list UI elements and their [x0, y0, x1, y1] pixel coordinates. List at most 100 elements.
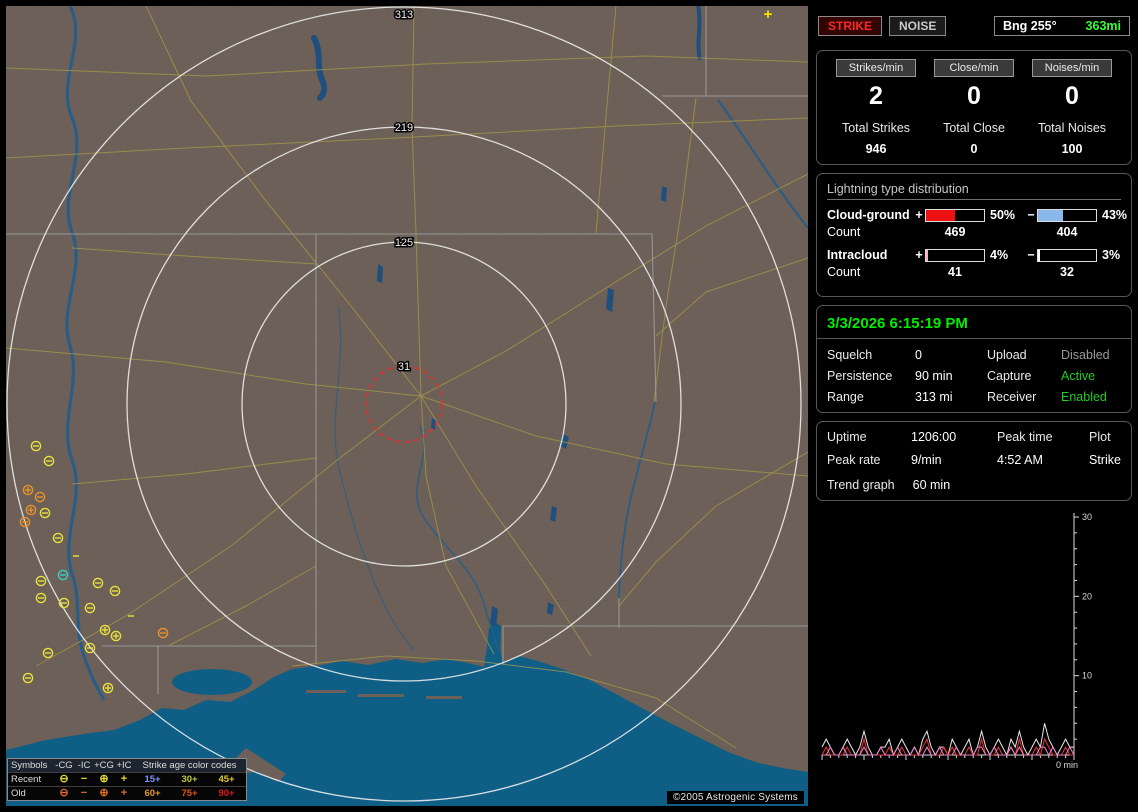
legend-col-pos-cg: +CG — [94, 759, 114, 772]
topbar: STRIKE NOISE Bng 255° 363mi — [818, 14, 1130, 38]
legend: Symbols -CG -IC +CG +IC Strike age color… — [7, 758, 247, 801]
capture-status: Active — [1061, 369, 1121, 383]
plot-mode-value[interactable]: Strike — [1089, 453, 1121, 467]
status-group: 3/3/2026 6:15:19 PM Squelch 0 Upload Dis… — [816, 305, 1132, 413]
age-60: 60+ — [134, 787, 171, 800]
cg-count-row: Count 469 404 — [827, 225, 1121, 239]
receiver-status: Enabled — [1061, 390, 1121, 404]
svg-text:+: + — [764, 6, 773, 23]
squelch-value: 0 — [915, 348, 987, 362]
age-45: 45+ — [208, 773, 245, 786]
svg-text:10: 10 — [1082, 671, 1092, 681]
legend-col-neg-cg: -CG — [54, 759, 74, 772]
upload-status: Disabled — [1061, 348, 1121, 362]
age-90: 90+ — [208, 787, 245, 800]
ic-count-row: Count 41 32 — [827, 265, 1121, 279]
legend-old-label: Old — [8, 787, 54, 800]
distribution-row-cloud-ground: Cloud-ground + 50% − 43% — [827, 208, 1121, 222]
trend-graph-label: Trend graph — [827, 478, 895, 492]
ic-positive-bar — [925, 249, 985, 262]
legend-col-pos-ic: +IC — [114, 759, 134, 772]
upload-label: Upload — [987, 348, 1061, 362]
svg-text:31: 31 — [398, 361, 410, 373]
cg-positive-pct: 50% — [985, 208, 1025, 222]
svg-text:30: 30 — [1082, 512, 1092, 522]
bearing-label: Bng 255° — [1003, 19, 1057, 33]
ic-positive-pct: 4% — [985, 248, 1025, 262]
circle-minus-icon: ⊖ — [54, 773, 74, 786]
bearing-readout: Bng 255° 363mi — [994, 16, 1130, 36]
svg-text:20: 20 — [1082, 591, 1092, 601]
strikes-per-min-value: 2 — [827, 82, 925, 111]
plus-sign: + — [913, 248, 925, 262]
peak-rate-value: 9/min — [911, 453, 997, 467]
age-75: 75+ — [171, 787, 208, 800]
capture-label: Capture — [987, 369, 1061, 383]
total-noises-value: 100 — [1023, 142, 1121, 156]
svg-text:219: 219 — [395, 122, 413, 134]
total-strikes-label: Total Strikes — [827, 121, 925, 135]
receiver-label: Receiver — [987, 390, 1061, 404]
range-value: 313 mi — [915, 390, 987, 404]
cg-negative-pct: 43% — [1097, 208, 1131, 222]
uptime-label: Uptime — [827, 430, 911, 444]
total-strikes-value: 946 — [827, 142, 925, 156]
map-canvas[interactable]: 313 219 125 31 + — [6, 6, 808, 806]
squelch-label: Squelch — [827, 348, 915, 362]
strikes-per-min-button[interactable]: Strikes/min — [836, 59, 916, 77]
uptime-value: 1206:00 — [911, 430, 997, 444]
cg-positive-count: 469 — [925, 225, 985, 239]
range-label: Range — [827, 390, 915, 404]
minus-icon: − — [74, 787, 94, 800]
distribution-row-intracloud: Intracloud + 4% − 3% — [827, 248, 1121, 262]
cloud-ground-label: Cloud-ground — [827, 208, 913, 222]
trend-chart-plot: 10 20 30 0 min — [818, 509, 1118, 769]
cg-negative-count: 404 — [1037, 225, 1097, 239]
ic-negative-bar — [1037, 249, 1097, 262]
total-close-label: Total Close — [925, 121, 1023, 135]
svg-text:125: 125 — [395, 237, 413, 249]
peak-time-value: 4:52 AM — [997, 453, 1089, 467]
noises-per-min-button[interactable]: Noises/min — [1032, 59, 1112, 77]
stats-group: Uptime 1206:00 Peak time Plot Peak rate … — [816, 421, 1132, 501]
legend-symbols-header: Symbols — [8, 759, 54, 772]
minus-icon: − — [74, 773, 94, 786]
legend-header-row: Symbols -CG -IC +CG +IC Strike age color… — [8, 759, 246, 772]
count-label: Count — [827, 265, 913, 279]
datetime-display: 3/3/2026 6:15:19 PM — [827, 315, 1121, 332]
plot-label: Plot — [1089, 430, 1121, 444]
trend-window-value: 60 min — [913, 478, 951, 492]
persistence-label: Persistence — [827, 369, 915, 383]
svg-text:313: 313 — [395, 9, 413, 21]
bearing-range: 363mi — [1086, 19, 1121, 33]
rate-counters-group: Strikes/min Close/min Noises/min 2 0 0 T… — [816, 50, 1132, 165]
distribution-title: Lightning type distribution — [827, 182, 1121, 200]
status-grid: Squelch 0 Upload Disabled Persistence 90… — [827, 348, 1121, 404]
peak-time-label: Peak time — [997, 430, 1089, 444]
close-per-min-value: 0 — [925, 82, 1023, 111]
noise-toggle-button[interactable]: NOISE — [889, 16, 946, 36]
count-label: Count — [827, 225, 913, 239]
plus-icon: + — [114, 787, 134, 800]
right-panel: STRIKE NOISE Bng 255° 363mi Strikes/min … — [816, 6, 1132, 806]
ic-negative-count: 32 — [1037, 265, 1097, 279]
map-area: 313 219 125 31 + Symbols -CG -IC +CG +IC Str… — [6, 6, 808, 806]
cg-negative-bar — [1037, 209, 1097, 222]
total-noises-label: Total Noises — [1023, 121, 1121, 135]
copyright-notice: ©2005 Astrogenic Systems — [667, 791, 804, 804]
total-close-value: 0 — [925, 142, 1023, 156]
legend-old-row: Old ⊖ − ⊕ + 60+ 75+ 90+ — [8, 786, 246, 800]
legend-age-header: Strike age color codes — [134, 759, 245, 772]
close-per-min-button[interactable]: Close/min — [934, 59, 1014, 77]
plus-icon: + — [114, 773, 134, 786]
cg-positive-bar — [925, 209, 985, 222]
minus-sign: − — [1025, 248, 1037, 262]
strike-toggle-button[interactable]: STRIKE — [818, 16, 882, 36]
intracloud-label: Intracloud — [827, 248, 913, 262]
ic-negative-pct: 3% — [1097, 248, 1131, 262]
trend-chart: 10 20 30 0 min — [818, 509, 1132, 772]
legend-recent-row: Recent ⊖ − ⊕ + 15+ 30+ 45+ — [8, 772, 246, 786]
legend-recent-label: Recent — [8, 773, 54, 786]
svg-text:0 min: 0 min — [1056, 760, 1078, 769]
plus-sign: + — [913, 208, 925, 222]
